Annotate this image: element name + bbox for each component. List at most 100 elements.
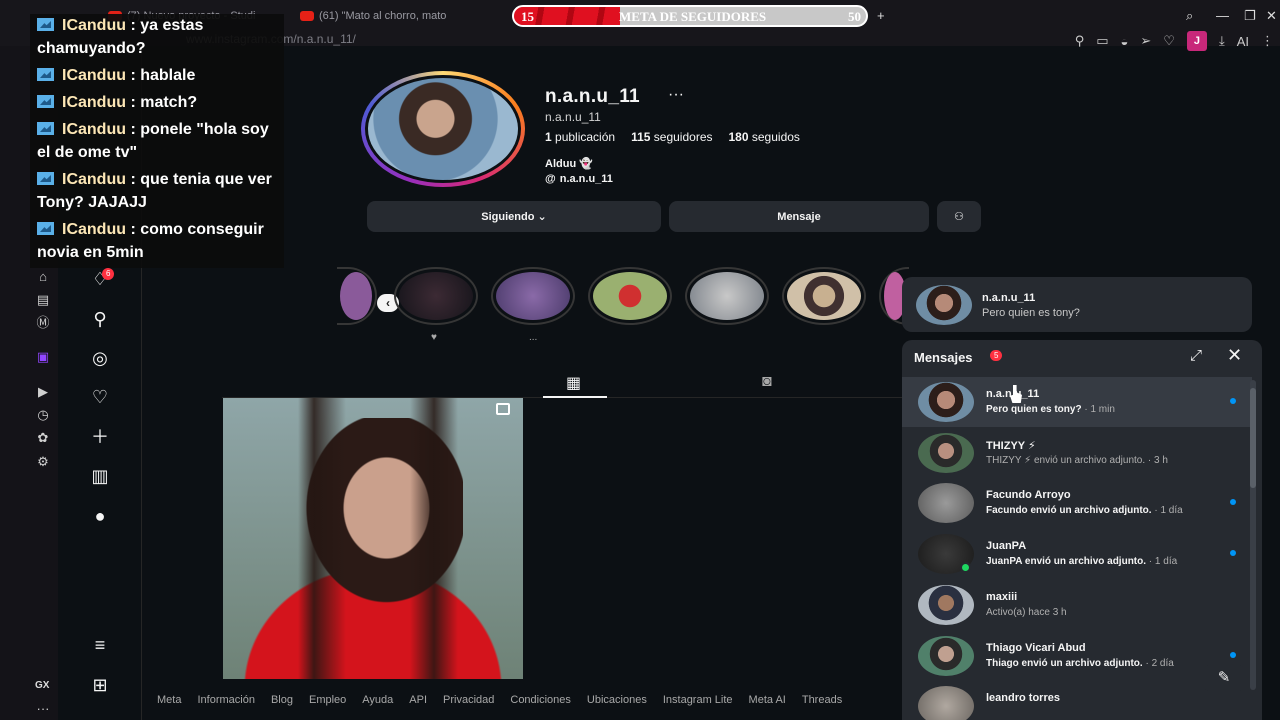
shopping-icon[interactable]: ⌂ xyxy=(34,270,52,284)
message-button[interactable]: Mensaje xyxy=(669,201,929,232)
posts-stat: 1 publicación xyxy=(545,130,616,144)
toast-avatar xyxy=(916,285,972,325)
twitter-icon xyxy=(37,122,54,135)
conversation-name: Facundo Arroyo xyxy=(986,489,1071,501)
download-icon[interactable]: ⤓ xyxy=(1219,33,1225,49)
search-tabs-icon[interactable]: ⌕ xyxy=(1186,8,1193,24)
footer-link[interactable]: Información xyxy=(197,694,254,706)
explore-icon[interactable]: ◎ xyxy=(89,347,111,369)
add-user-button[interactable]: ⚇ xyxy=(937,201,981,232)
conversation-preview: Pero quien es tony? · 1 min xyxy=(986,404,1115,415)
notifications-heart-icon[interactable]: ♡ xyxy=(89,386,111,408)
close-window-button[interactable]: ✕ xyxy=(1266,8,1277,24)
tagged-tab-icon[interactable]: ◙ xyxy=(762,373,772,391)
snapshot-icon[interactable]: ▭ xyxy=(1096,33,1108,49)
search-icon[interactable]: ⚲ xyxy=(89,308,111,330)
highlight-cover xyxy=(593,272,667,320)
conversation-item[interactable]: maxiii Activo(a) hace 3 h xyxy=(902,580,1252,630)
more-icon[interactable]: ··· xyxy=(34,702,52,716)
expand-icon[interactable]: ⤢ xyxy=(1190,347,1202,364)
compose-message-icon[interactable]: ✎ xyxy=(1199,665,1249,691)
conversation-item[interactable]: JuanPA JuanPA envió un archivo adjunto. … xyxy=(902,529,1252,579)
twitch-icon[interactable]: ▣ xyxy=(34,350,52,364)
highlight-item[interactable] xyxy=(337,267,377,325)
twitter-icon xyxy=(37,68,54,81)
highlight-item[interactable] xyxy=(491,267,575,325)
messages-scroll-thumb[interactable] xyxy=(1250,388,1256,488)
conversation-avatar xyxy=(918,686,974,720)
heart-icon[interactable]: ♡ xyxy=(1163,33,1175,49)
conversation-avatar xyxy=(918,636,974,676)
history-icon[interactable]: ◷ xyxy=(34,408,52,422)
messages-title: Mensajes xyxy=(914,350,973,365)
settings-icon[interactable]: ⚙ xyxy=(34,455,52,469)
new-tab-button[interactable]: + xyxy=(877,8,885,23)
posts-grid-tab-icon[interactable]: ▦ xyxy=(566,373,581,393)
conversation-name: JuanPA xyxy=(986,540,1027,552)
unread-dot xyxy=(1230,652,1236,658)
footer-link[interactable]: Ubicaciones xyxy=(587,694,647,706)
conversation-name: leandro torres xyxy=(986,692,1060,704)
conversation-preview: Facundo envió un archivo adjunto. · 1 dí… xyxy=(986,505,1183,516)
footer-link[interactable]: Threads xyxy=(802,694,842,706)
minimize-button[interactable]: — xyxy=(1216,8,1229,23)
highlight-item[interactable] xyxy=(588,267,672,325)
footer-link[interactable]: Condiciones xyxy=(510,694,571,706)
conversation-avatar xyxy=(918,585,974,625)
conversation-item[interactable]: Facundo Arroyo Facundo envió un archivo … xyxy=(902,478,1252,528)
highlight-item[interactable] xyxy=(782,267,866,325)
pin-icon[interactable]: ⚲ xyxy=(1075,33,1085,49)
active-tab-indicator xyxy=(543,396,607,398)
conversation-item[interactable]: THIZYY ⚡ THIZYY ⚡ envió un archivo adjun… xyxy=(902,428,1252,478)
wallet-icon[interactable]: ▤ xyxy=(34,293,52,307)
messenger-m-icon[interactable]: Ⓜ xyxy=(34,316,52,330)
footer-link[interactable]: Empleo xyxy=(309,694,346,706)
dashboard-icon[interactable]: ▥ xyxy=(89,465,111,487)
highlight-item[interactable] xyxy=(394,267,478,325)
aria-ai-button[interactable]: AI xyxy=(1237,34,1249,49)
send-icon[interactable]: ➢ xyxy=(1140,33,1151,49)
footer-link[interactable]: Meta xyxy=(157,694,181,706)
extensions-icon[interactable]: ✿ xyxy=(34,431,52,445)
pocket-icon[interactable]: ◒ xyxy=(1121,34,1129,49)
message-notification-toast[interactable]: n.a.n.u_11 Pero quien es tony? xyxy=(902,277,1252,332)
profile-picture[interactable] xyxy=(361,71,525,187)
post-thumbnail[interactable] xyxy=(223,398,523,679)
conversation-preview: JuanPA envió un archivo adjunto. · 1 día xyxy=(986,556,1178,567)
chat-message: ICanduu : ya estas chamuyando? xyxy=(37,17,204,57)
profile-icon[interactable]: ● xyxy=(89,505,111,527)
highlight-item[interactable] xyxy=(685,267,769,325)
add-user-icon: ⚇ xyxy=(954,211,964,223)
goal-title: META DE SEGUIDORES xyxy=(619,9,767,24)
conversation-name: Thiago Vicari Abud xyxy=(986,642,1086,654)
following-button[interactable]: Siguiendo ⌄ xyxy=(367,201,661,232)
footer-link[interactable]: Ayuda xyxy=(362,694,393,706)
goal-target: 50 xyxy=(848,9,861,24)
profile-avatar[interactable]: J xyxy=(1186,31,1207,51)
browser-tab[interactable]: (61) "Mato al chorro, mato xyxy=(300,6,475,26)
toast-sender: n.a.n.u_11 xyxy=(982,292,1036,304)
conversation-name: maxiii xyxy=(986,591,1018,603)
menu-icon[interactable]: ⋮ xyxy=(1261,33,1274,49)
conversation-name: THIZYY ⚡ xyxy=(986,440,1036,452)
more-menu-icon[interactable]: ≡ xyxy=(89,634,111,656)
footer-link[interactable]: Privacidad xyxy=(443,694,494,706)
footer-link[interactable]: Blog xyxy=(271,694,293,706)
footer-link[interactable]: Meta AI xyxy=(749,694,786,706)
chat-message: ICanduu : que tenia que ver Tony? JAJAJJ xyxy=(37,171,272,211)
close-icon[interactable]: ✕ xyxy=(1227,345,1242,366)
conversation-item[interactable]: leandro torres xyxy=(902,681,1252,720)
threads-apps-icon[interactable]: ⊞ xyxy=(89,674,111,696)
player-icon[interactable]: ▶ xyxy=(34,385,52,399)
profile-options-button[interactable]: ··· xyxy=(668,86,684,104)
conversation-item[interactable]: n.a.n.u_11 Pero quien es tony? · 1 min xyxy=(902,377,1252,427)
maximize-button[interactable]: ❐ xyxy=(1244,8,1256,24)
create-plus-icon[interactable]: ＋ xyxy=(89,426,111,448)
followers-stat[interactable]: 115 seguidores xyxy=(631,130,712,144)
footer-links: Meta Información Blog Empleo Ayuda API P… xyxy=(157,694,842,706)
followers-goal-bar: 15 META DE SEGUIDORES 50 xyxy=(512,5,868,27)
threads-link[interactable]: @ n.a.n.u_11 xyxy=(545,173,613,185)
footer-link[interactable]: API xyxy=(409,694,427,706)
following-stat[interactable]: 180 seguidos xyxy=(729,130,800,144)
footer-link[interactable]: Instagram Lite xyxy=(663,694,733,706)
